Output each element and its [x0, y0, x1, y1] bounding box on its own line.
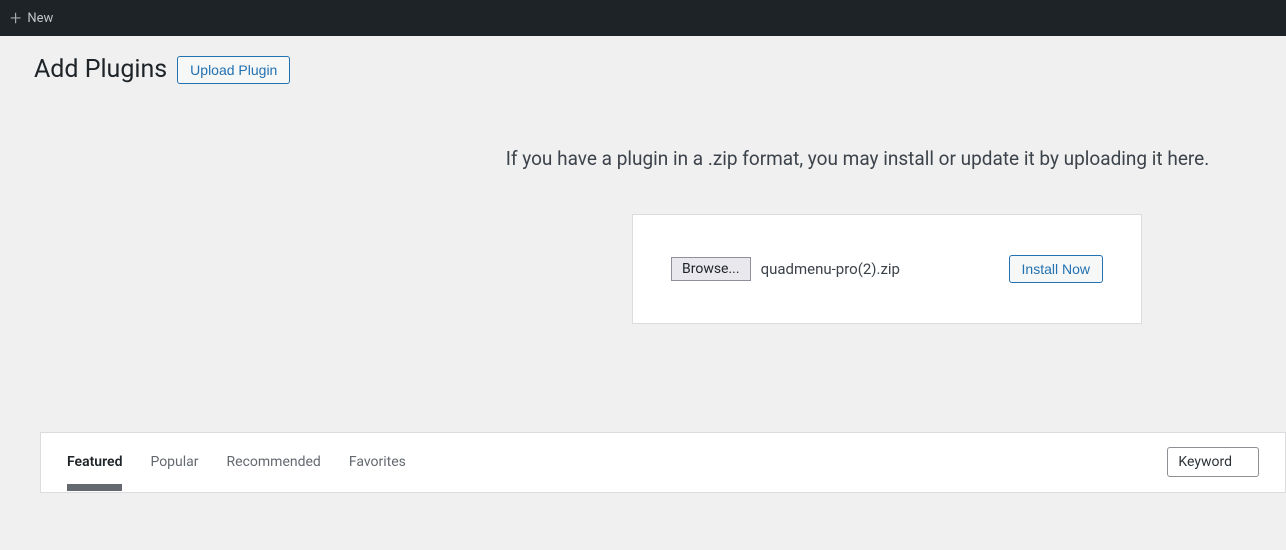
tab-popular[interactable]: Popular — [150, 434, 198, 490]
page-header: Add Plugins Upload Plugin — [34, 54, 1286, 87]
install-now-button[interactable]: Install Now — [1009, 255, 1103, 283]
page-title: Add Plugins — [34, 54, 167, 87]
file-input-section: Browse... quadmenu-pro(2).zip — [671, 257, 900, 281]
filter-bar: Featured Popular Recommended Favorites K… — [40, 432, 1286, 493]
upload-plugin-button[interactable]: Upload Plugin — [177, 56, 290, 84]
filter-tabs: Featured Popular Recommended Favorites — [67, 434, 406, 490]
tab-favorites[interactable]: Favorites — [349, 434, 406, 490]
browse-button[interactable]: Browse... — [671, 257, 751, 281]
search-area: Keyword — [1167, 447, 1259, 477]
tab-featured[interactable]: Featured — [67, 434, 122, 490]
admin-bar-new-item[interactable]: + New — [10, 8, 53, 28]
admin-bar: + New — [0, 0, 1286, 36]
search-type-select[interactable]: Keyword — [1167, 447, 1259, 477]
content-area: Add Plugins Upload Plugin If you have a … — [6, 36, 1286, 493]
tab-recommended[interactable]: Recommended — [227, 434, 321, 490]
upload-description: If you have a plugin in a .zip format, y… — [429, 147, 1286, 170]
plus-icon: + — [10, 8, 21, 28]
selected-file-name: quadmenu-pro(2).zip — [761, 260, 900, 278]
upload-form: Browse... quadmenu-pro(2).zip Install No… — [632, 214, 1142, 324]
admin-bar-new-label: New — [27, 11, 53, 26]
